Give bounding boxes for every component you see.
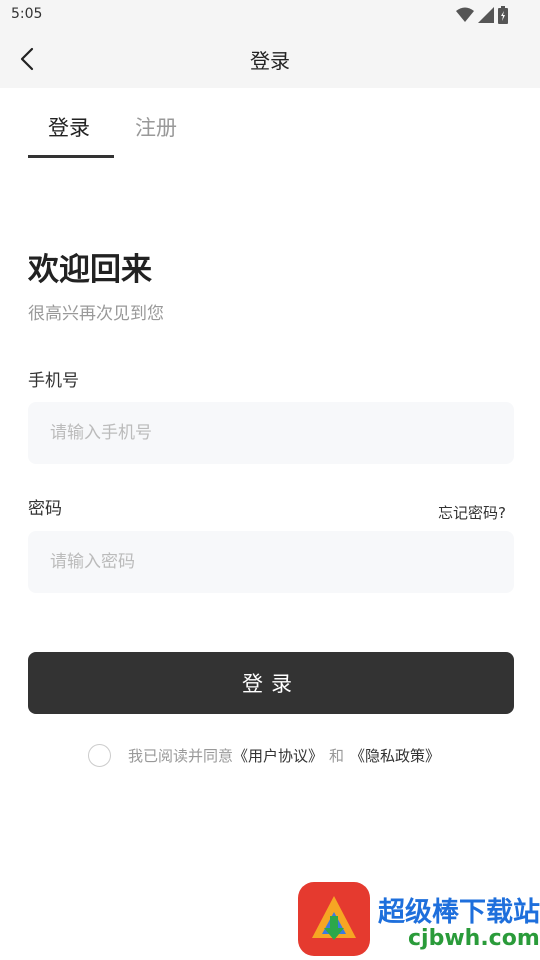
forgot-password-link[interactable]: 忘记密码? [438,502,506,523]
active-tab-indicator [28,155,114,158]
battery-icon [498,6,508,24]
auth-tabs: 登录 注册 [28,112,228,160]
password-input[interactable] [28,531,514,593]
page-title: 登录 [250,49,290,73]
wifi-icon [456,7,474,22]
signal-icon [478,7,494,23]
agreement-prefix: 我已阅读并同意 [128,746,234,765]
welcome-title: 欢迎回来 [28,252,152,288]
agreement-row: 我已阅读并同意 《用户协议》 和 《隐私政策》 [88,742,440,768]
watermark-logo [298,882,370,956]
watermark-title: 超级棒下载站 [378,897,540,928]
user-agreement-link[interactable]: 《用户协议》 [233,745,323,766]
phone-label: 手机号 [28,371,79,391]
agreement-checkbox[interactable] [88,743,111,767]
nav-bar: 登录 [0,30,540,88]
watermark-subtitle: cjbwh.com [408,926,540,951]
agreement-and: 和 [329,746,345,765]
tab-login[interactable]: 登录 [48,112,90,142]
status-bar: 5:05 [0,0,540,30]
privacy-policy-link[interactable]: 《隐私政策》 [350,745,440,766]
watermark: 超级棒下载站 cjbwh.com [298,880,540,960]
password-label: 密码 [28,499,62,519]
welcome-subtitle: 很高兴再次见到您 [28,304,164,324]
tab-register[interactable]: 注册 [135,112,177,142]
phone-input[interactable] [28,402,514,464]
status-icons [456,6,508,24]
login-button[interactable]: 登录 [28,652,514,714]
download-logo-icon [312,896,356,940]
status-time: 5:05 [11,6,43,22]
